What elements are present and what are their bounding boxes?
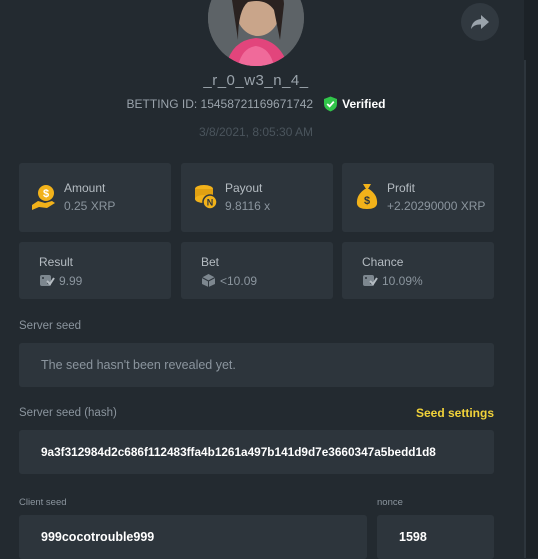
bet-label: Bet — [201, 255, 220, 269]
server-seed-hash-value: 9a3f312984d2c686f112483ffa4b1261a497b141… — [41, 445, 436, 459]
payout-label: Payout — [225, 181, 263, 195]
nonce-label: nonce — [377, 497, 403, 508]
chance-value: 10.09% — [382, 274, 423, 288]
chance-card: Chance 10.09% — [342, 242, 494, 299]
client-seed-field[interactable]: 999cocotrouble999 — [19, 515, 367, 559]
result-label: Result — [39, 255, 74, 269]
dollar-hand-icon: $ — [32, 185, 55, 210]
betting-id: BETTING ID: 15458721169671742 — [126, 97, 314, 111]
server-seed-field[interactable]: The seed hasn't been revealed yet. — [19, 343, 494, 387]
dice-check-icon — [40, 275, 55, 286]
share-arrow-icon — [471, 15, 489, 29]
client-seed-label: Client seed — [19, 497, 67, 508]
server-seed-hash-label: Server seed (hash) — [19, 407, 117, 419]
verified-shield-icon — [324, 96, 338, 112]
profit-value: +2.20290000 XRP — [387, 199, 486, 213]
dice-check-icon — [363, 275, 378, 286]
payout-value: 9.8116 x — [225, 199, 271, 213]
profit-label: Profit — [387, 181, 416, 195]
client-seed-value: 999cocotrouble999 — [41, 530, 155, 544]
chance-label: Chance — [362, 255, 404, 269]
bet-value: <10.09 — [220, 274, 258, 288]
bet-timestamp: 3/8/2021, 8:05:30 AM — [198, 125, 314, 139]
betting-id-row: BETTING ID: 15458721169671742 Verified — [0, 96, 512, 112]
verified-label: Verified — [342, 97, 386, 111]
server-seed-label: Server seed — [19, 320, 82, 332]
money-bag-icon: $ — [356, 184, 378, 209]
scrollbar-track[interactable] — [524, 0, 538, 558]
coin-stack-icon: N — [195, 185, 218, 210]
server-seed-hash-field[interactable]: 9a3f312984d2c686f112483ffa4b1261a497b141… — [19, 430, 494, 474]
result-card: Result 9.99 — [19, 242, 171, 299]
result-value: 9.99 — [59, 274, 83, 288]
nonce-value: 1598 — [399, 530, 427, 544]
verified-badge: Verified — [323, 96, 385, 112]
svg-text:N: N — [207, 198, 214, 208]
payout-card: N Payout 9.8116 x — [181, 163, 333, 232]
nonce-field[interactable]: 1598 — [377, 515, 494, 559]
share-button[interactable] — [461, 3, 499, 41]
dice-icon — [201, 274, 216, 287]
svg-text:$: $ — [364, 195, 370, 207]
seed-settings-link[interactable]: Seed settings — [416, 406, 494, 420]
username: _r_0_w3_n_4_ — [203, 72, 309, 89]
server-seed-value: The seed hasn't been revealed yet. — [41, 358, 236, 372]
amount-label: Amount — [64, 181, 106, 195]
svg-text:$: $ — [43, 188, 49, 200]
avatar — [208, 0, 304, 66]
amount-card: $ Amount 0.25 XRP — [19, 163, 171, 232]
profit-card: $ Profit +2.20290000 XRP — [342, 163, 494, 232]
amount-value: 0.25 XRP — [64, 199, 116, 213]
bet-card: Bet <10.09 — [181, 242, 333, 299]
